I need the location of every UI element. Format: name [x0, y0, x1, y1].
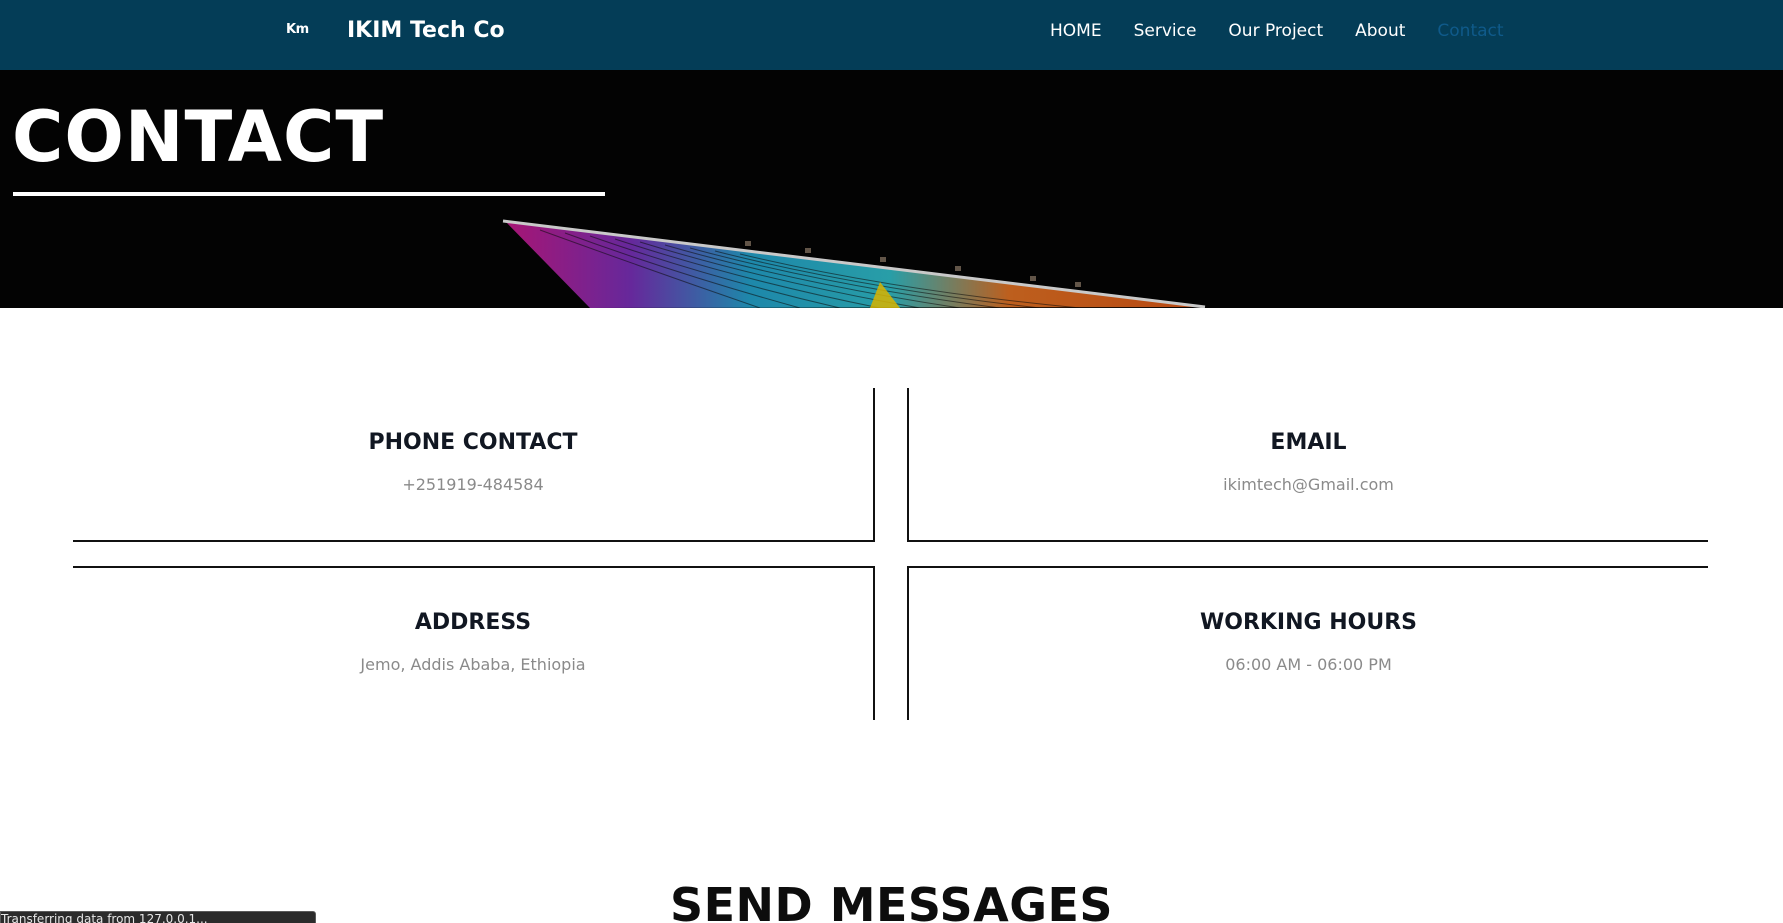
browser-status-bar: Transferring data from 127.0.0.1...	[0, 911, 316, 923]
divider-horizontal-right-bottom	[907, 566, 1708, 568]
title-underline	[13, 192, 605, 196]
address-title: ADDRESS	[414, 610, 532, 635]
divider-horizontal-left-top	[73, 540, 875, 542]
nav-link-service[interactable]: Service	[1134, 21, 1197, 41]
phone-contact-title: PHONE CONTACT	[368, 430, 578, 455]
top-navbar: Km IKIM Tech Co HOME Service Our Project…	[0, 0, 1783, 70]
working-hours-value: 06:00 AM - 06:00 PM	[1225, 655, 1392, 674]
nav-links: HOME Service Our Project About Contact	[1050, 21, 1536, 41]
email-card: EMAIL ikimtech@Gmail.com	[909, 430, 1708, 494]
working-hours-title: WORKING HOURS	[1199, 610, 1418, 635]
phone-contact-card: PHONE CONTACT +251919-484584	[73, 430, 873, 494]
divider-vertical-left-bottom	[873, 566, 875, 720]
nav-link-our-project[interactable]: Our Project	[1228, 21, 1323, 41]
hero-banner: CONTACT	[0, 70, 1783, 308]
contact-page: Km IKIM Tech Co HOME Service Our Project…	[0, 0, 1783, 923]
working-hours-card: WORKING HOURS 06:00 AM - 06:00 PM	[909, 610, 1708, 674]
phone-number[interactable]: +251919-484584	[73, 475, 873, 494]
divider-horizontal-right-top	[907, 540, 1708, 542]
address-card: ADDRESS Jemo, Addis Ababa, Ethiopia	[73, 610, 873, 674]
page-title: CONTACT	[12, 96, 385, 178]
address-value: Jemo, Addis Ababa, Ethiopia	[360, 655, 586, 674]
divider-vertical-left-top	[873, 388, 875, 541]
nav-link-about[interactable]: About	[1355, 21, 1405, 41]
nav-link-home[interactable]: HOME	[1050, 21, 1102, 41]
email-title: EMAIL	[1270, 430, 1347, 455]
divider-horizontal-left-bottom	[73, 566, 875, 568]
brand-name[interactable]: IKIM Tech Co	[347, 18, 505, 43]
nav-link-contact[interactable]: Contact	[1437, 21, 1503, 41]
ikim-logo-icon[interactable]: Km	[286, 22, 309, 37]
email-address[interactable]: ikimtech@Gmail.com	[909, 475, 1708, 494]
